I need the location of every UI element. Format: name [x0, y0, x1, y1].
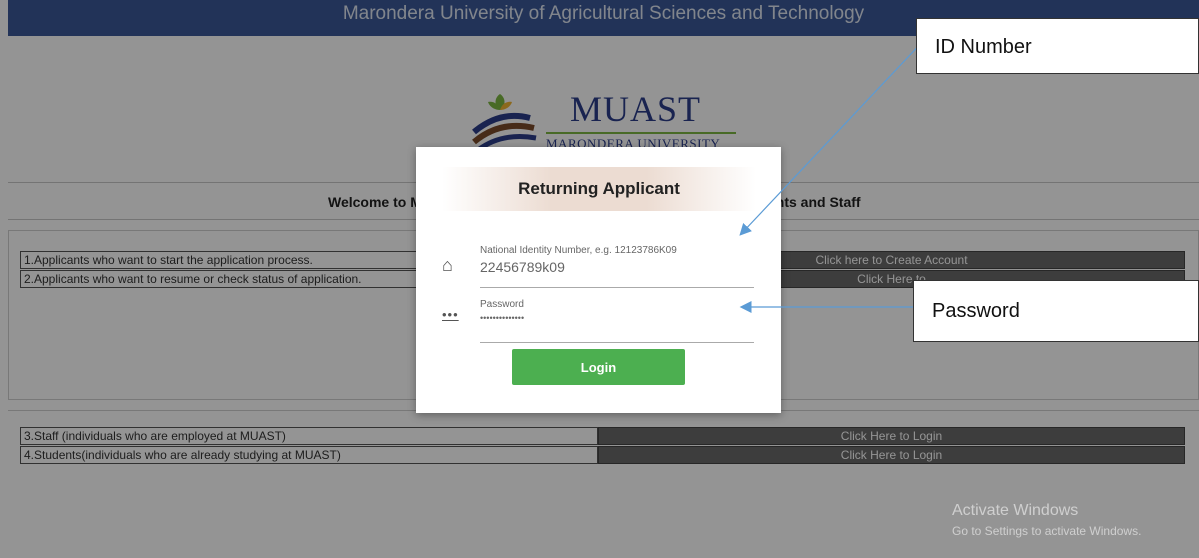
annotation-arrows [739, 37, 927, 313]
password-callout-text: Password [932, 300, 1020, 322]
id-number-arrow [739, 37, 927, 236]
id-number-callout: ID Number [916, 18, 1199, 74]
id-number-callout-text: ID Number [935, 36, 1032, 58]
password-callout: Password [913, 280, 1199, 342]
